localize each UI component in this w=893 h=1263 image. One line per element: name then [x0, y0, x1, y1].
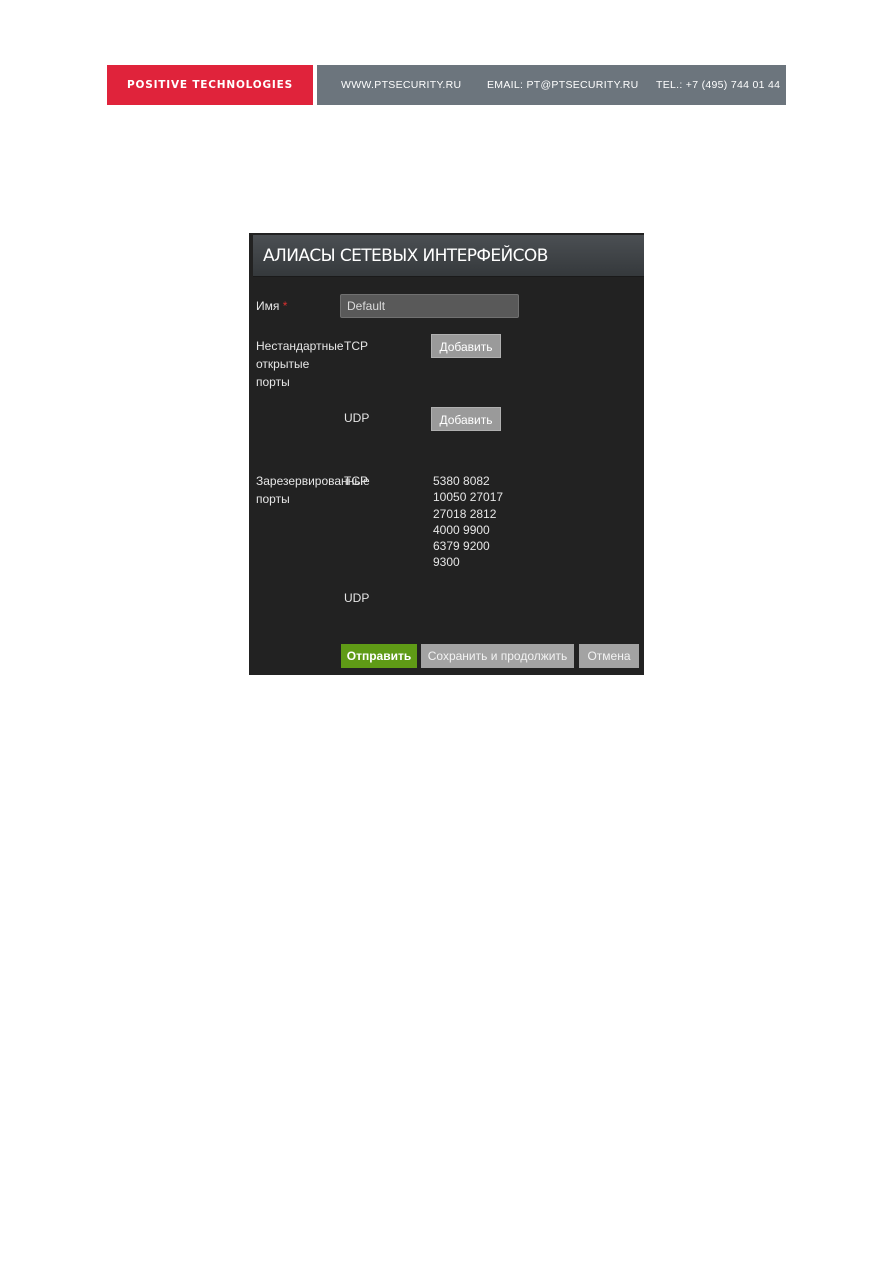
add-udp-port-button[interactable]: Добавить — [431, 407, 501, 431]
reserved-label-line: порты — [256, 492, 290, 506]
nonstandard-ports-label: Нестандартные открытые порты — [256, 337, 344, 391]
port-line: 10050 27017 — [433, 490, 504, 505]
required-mark: * — [282, 299, 288, 313]
reserved-ports-label: Зарезервированные порты — [256, 472, 370, 508]
port-line: 4000 9900 — [433, 522, 490, 537]
nonstandard-label-line: порты — [256, 375, 290, 389]
name-label: Имя * — [256, 297, 287, 315]
phone-number: TEL.: +7 (495) 744 01 44 — [656, 79, 781, 91]
network-aliases-form: АЛИАСЫ СЕТЕВЫХ ИНТЕРФЕЙСОВ Имя * Нестанд… — [249, 233, 644, 675]
port-line: 27018 2812 — [433, 506, 497, 521]
website-link[interactable]: WWW.PTSECURITY.RU — [341, 79, 461, 91]
submit-button[interactable]: Отправить — [341, 644, 417, 668]
nonstandard-tcp-label: TCP — [344, 339, 368, 353]
brand-logo: POSITIVE TECHNOLOGIES — [107, 65, 313, 105]
contact-bar: WWW.PTSECURITY.RU EMAIL: PT@PTSECURITY.R… — [317, 65, 786, 105]
nonstandard-udp-label: UDP — [344, 411, 370, 425]
add-tcp-port-button[interactable]: Добавить — [431, 334, 501, 358]
port-line: 9300 — [433, 555, 460, 570]
reserved-udp-label: UDP — [344, 591, 370, 605]
nonstandard-label-line: открытые — [256, 357, 310, 371]
cancel-button[interactable]: Отмена — [579, 644, 639, 668]
reserved-tcp-ports-list: 5380 8082 10050 27017 27018 2812 4000 99… — [433, 473, 503, 571]
reserved-label-line: Зарезервированные — [256, 474, 370, 488]
port-line: 6379 9200 — [433, 539, 490, 554]
nonstandard-label-line: Нестандартные — [256, 339, 344, 353]
name-label-text: Имя — [256, 299, 280, 313]
page-header: POSITIVE TECHNOLOGIES WWW.PTSECURITY.RU … — [107, 65, 786, 105]
name-input[interactable] — [340, 294, 519, 318]
save-and-continue-button[interactable]: Сохранить и продолжить — [421, 644, 574, 668]
email-link[interactable]: EMAIL: PT@PTSECURITY.RU — [487, 79, 639, 91]
port-line: 5380 8082 — [433, 474, 490, 488]
form-title: АЛИАСЫ СЕТЕВЫХ ИНТЕРФЕЙСОВ — [253, 235, 644, 277]
